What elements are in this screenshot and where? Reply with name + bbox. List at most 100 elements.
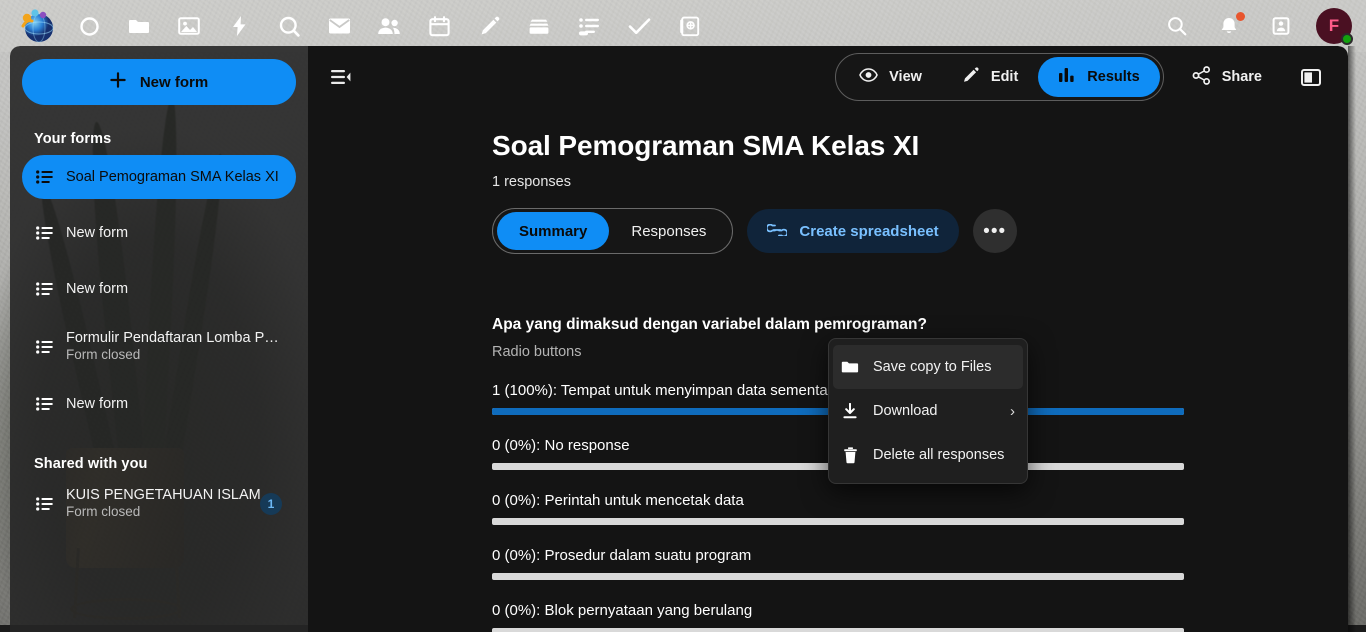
new-form-button[interactable]: New form: [22, 59, 296, 105]
sidebar-item-title: KUIS PENGETAHUAN ISLAM: [66, 486, 261, 504]
menu-item-label: Download: [873, 403, 938, 419]
list-icon[interactable]: [564, 4, 614, 48]
menu-item-label: Save copy to Files: [873, 359, 991, 375]
tab-view[interactable]: View: [839, 57, 942, 97]
taskbar-left-group: [0, 4, 714, 48]
option-label: 0 (0%): Prosedur dalam suatu program: [492, 547, 1186, 564]
notification-bell-icon[interactable]: [1204, 4, 1254, 48]
sidebar-item-new-form-3[interactable]: New form: [22, 382, 296, 426]
forms-app-window: New form Your forms Soal Pemograman SMA …: [10, 46, 1348, 632]
page-title: Soal Pemograman SMA Kelas XI: [492, 130, 1348, 162]
sidebar-item-text: Soal Pemograman SMA Kelas XI: [66, 168, 279, 186]
eye-icon: [859, 68, 878, 86]
plus-icon: [110, 72, 126, 92]
sidebar-item-new-form-1[interactable]: New form: [22, 211, 296, 255]
folder-icon[interactable]: [114, 4, 164, 48]
search-icon[interactable]: [1152, 4, 1202, 48]
pen-icon[interactable]: [464, 4, 514, 48]
spacer: [22, 370, 296, 382]
tab-edit[interactable]: Edit: [942, 57, 1038, 97]
option-bar: [492, 573, 1184, 580]
app-icon[interactable]: [664, 4, 714, 48]
pane-toggle-icon[interactable]: [1292, 58, 1330, 96]
share-icon: [1192, 66, 1211, 89]
sidebar-item-text: New form: [66, 395, 128, 413]
spacer: [22, 311, 296, 323]
sidebar-item-title: New form: [66, 395, 128, 413]
sidebar-item-kuis-pengetahuan-islam[interactable]: KUIS PENGETAHUAN ISLAM Form closed 1: [22, 480, 296, 527]
results-content: Soal Pemograman SMA Kelas XI 1 responses…: [308, 108, 1348, 632]
option-label: 0 (0%): Perintah untuk mencetak data: [492, 492, 1186, 509]
notification-dot: [1236, 12, 1245, 21]
menu-item-save-copy-to-files[interactable]: Save copy to Files: [833, 345, 1023, 389]
sidebar-item-title: Formulir Pendaftaran Lomba Poste...: [66, 329, 282, 347]
menu-item-download[interactable]: Download ›: [829, 389, 1027, 433]
avatar[interactable]: F: [1316, 8, 1352, 44]
sidebar: New form Your forms Soal Pemograman SMA …: [10, 46, 308, 632]
list-icon: [36, 340, 54, 354]
option-row: 0 (0%): Prosedur dalam suatu program: [492, 547, 1186, 580]
sidebar-item-title: New form: [66, 280, 128, 298]
option-row: 0 (0%): Perintah untuk mencetak data: [492, 492, 1186, 525]
archive-icon[interactable]: [514, 4, 564, 48]
status-badge: 1: [260, 493, 282, 515]
your-forms-heading: Your forms: [22, 105, 296, 155]
sidebar-item-text: Formulir Pendaftaran Lomba Poste... Form…: [66, 329, 282, 364]
mode-switch: View Edit Results: [835, 53, 1164, 101]
tab-summary[interactable]: Summary: [497, 212, 609, 250]
search-circle-icon[interactable]: [264, 4, 314, 48]
calendar-icon[interactable]: [414, 4, 464, 48]
contact-card-icon[interactable]: [1256, 4, 1306, 48]
tab-view-label: View: [889, 69, 922, 85]
question-title: Apa yang dimaksud dengan variabel dalam …: [492, 316, 1186, 334]
check-icon[interactable]: [614, 4, 664, 48]
photos-icon[interactable]: [164, 4, 214, 48]
sidebar-item-soal-pemograman[interactable]: Soal Pemograman SMA Kelas XI: [22, 155, 296, 199]
list-icon: [36, 497, 54, 511]
sidebar-item-status: Form closed: [66, 347, 282, 364]
circle-icon[interactable]: [64, 4, 114, 48]
mail-icon[interactable]: [314, 4, 364, 48]
chevron-right-icon: ›: [1010, 403, 1015, 420]
shared-with-you-heading: Shared with you: [22, 426, 296, 480]
menu-item-delete-all-responses[interactable]: Delete all responses: [829, 433, 1027, 477]
sidebar-item-formulir-pendaftaran[interactable]: Formulir Pendaftaran Lomba Poste... Form…: [22, 323, 296, 370]
lightning-icon[interactable]: [214, 4, 264, 48]
more-options-button[interactable]: •••: [973, 209, 1017, 253]
list-icon: [36, 397, 54, 411]
taskbar-right-group: F: [1152, 4, 1366, 48]
list-icon: [36, 226, 54, 240]
tab-edit-label: Edit: [991, 69, 1018, 85]
new-form-label: New form: [140, 74, 208, 91]
share-button[interactable]: Share: [1176, 57, 1278, 97]
sidebar-item-title: Soal Pemograman SMA Kelas XI: [66, 168, 279, 186]
window-shadow: [1348, 46, 1356, 632]
link-icon: [767, 223, 787, 240]
results-toolbar: Summary Responses Create spreadsheet •••: [492, 208, 1348, 254]
list-icon: [36, 170, 54, 184]
spacer: [22, 199, 296, 211]
people-icon[interactable]: [364, 4, 414, 48]
bar-chart-icon: [1058, 67, 1076, 87]
trash-icon: [841, 447, 859, 464]
menu-item-label: Delete all responses: [873, 447, 1004, 463]
sidebar-item-status: Form closed: [66, 504, 261, 521]
create-spreadsheet-button[interactable]: Create spreadsheet: [747, 209, 958, 253]
globe-people-logo[interactable]: [18, 7, 56, 45]
main-toolbar: View Edit Results: [308, 46, 1348, 108]
create-spreadsheet-label: Create spreadsheet: [799, 223, 938, 240]
sidebar-item-new-form-2[interactable]: New form: [22, 267, 296, 311]
sidebar-item-text: KUIS PENGETAHUAN ISLAM Form closed: [66, 486, 261, 521]
spacer: [22, 255, 296, 267]
tab-responses[interactable]: Responses: [609, 212, 728, 250]
download-icon: [841, 403, 859, 420]
sidebar-item-text: New form: [66, 224, 128, 242]
sidebar-item-title: New form: [66, 224, 128, 242]
main-pane: View Edit Results: [308, 46, 1348, 632]
tab-results[interactable]: Results: [1038, 57, 1159, 97]
option-label: 0 (0%): Blok pernyataan yang berulang: [492, 602, 1186, 619]
pencil-icon: [962, 66, 980, 88]
response-count: 1 responses: [492, 174, 1348, 190]
taskbar: F: [0, 0, 1366, 52]
collapse-sidebar-icon[interactable]: [320, 57, 362, 97]
